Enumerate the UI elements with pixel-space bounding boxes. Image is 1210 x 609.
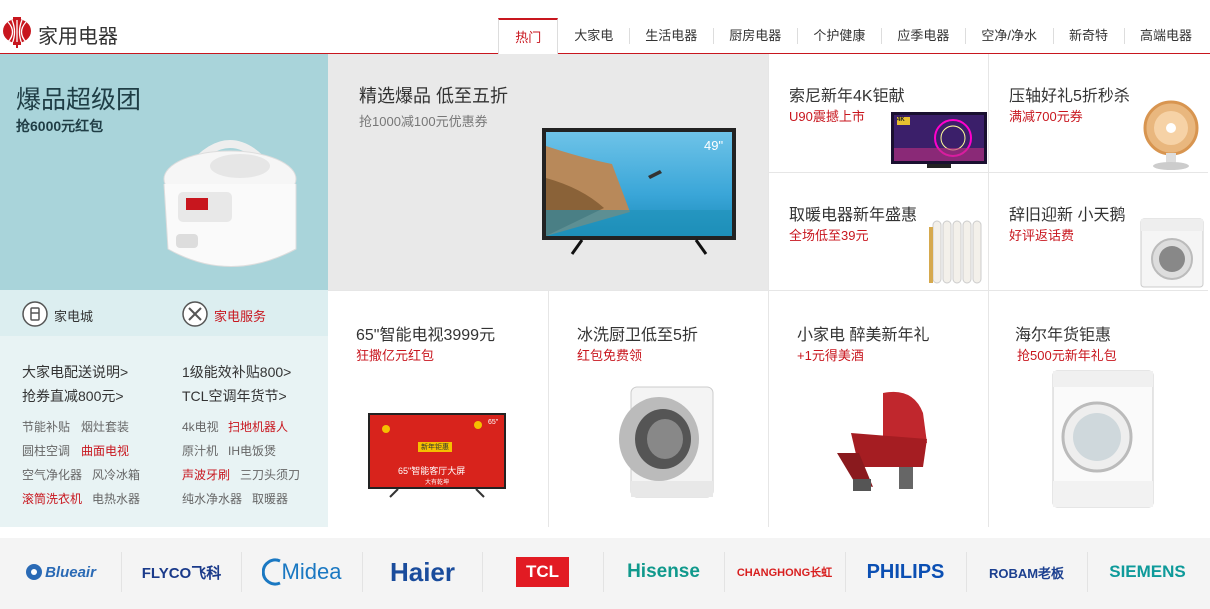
blueair-logo-icon [26, 564, 43, 580]
tab-large-appliances[interactable]: 大家电 [558, 18, 629, 54]
hero-panel[interactable]: 爆品超级团 抢6000元红包 [0, 54, 328, 290]
promo-subtitle: 全场低至39元 [789, 228, 869, 243]
promo-washers-kitchen[interactable]: 冰洗厨卫低至5折 红包免费领 [548, 290, 768, 527]
promo-subtitle: +1元得美酒 [797, 348, 864, 363]
tv-size-label: 49" [704, 138, 724, 153]
promo-sony[interactable]: 索尼新年4K钜献 U90震撼上市 4K [768, 54, 988, 172]
haier-washer-image [1052, 370, 1154, 508]
tv-screen-size: 65" [488, 419, 499, 426]
promo-subtitle: 狂撒亿元红包 [356, 348, 435, 363]
promo-small-appliances[interactable]: 小家电 醉美新年礼 +1元得美酒 [768, 290, 988, 527]
4k-badge: 4K [897, 117, 905, 123]
promo-title: 小家电 醉美新年礼 [797, 327, 930, 344]
promo-smart-tv[interactable]: 65"智能电视3999元 狂撒亿元红包 新年钜惠 65"智能客厅大屏 大有乾坤 … [328, 290, 548, 527]
banner-subtitle: 抢1000减100元优惠券 [359, 114, 488, 129]
promo-title: 取暖电器新年盛惠 [789, 207, 918, 224]
link-tcl-ac[interactable]: TCL空调年货节> [182, 386, 287, 406]
tv-screen-caption: 65"智能客厅大屏 [398, 466, 466, 476]
promo-subtitle: 满减700元券 [1009, 109, 1083, 124]
service-tools-icon [182, 301, 208, 327]
hero-title: 爆品超级团 [16, 86, 142, 114]
category-title: 家用电器 [38, 26, 118, 48]
washer-image [1140, 218, 1204, 288]
brand-midea[interactable]: Midea [241, 548, 362, 596]
tab-life-appliances[interactable]: 生活电器 [629, 18, 713, 54]
tag-hood-stove[interactable]: 烟灶套装 [81, 418, 129, 435]
tab-novelty[interactable]: 新奇特 [1052, 18, 1124, 54]
brand-changhong[interactable]: CHANGHONG长虹 [724, 548, 845, 596]
promo-haier[interactable]: 海尔年货钜惠 抢500元新年礼包 [988, 290, 1208, 527]
promo-subtitle: 红包免费领 [577, 348, 643, 363]
brand-flyco[interactable]: FLYCO飞科 [121, 548, 242, 596]
mall-link[interactable]: 家电城 [54, 306, 93, 325]
tag-water-purifier[interactable]: 纯水净水器 [182, 490, 242, 507]
mall-icon [22, 301, 48, 327]
tag-shaver[interactable]: 三刀头须刀 [240, 466, 300, 483]
tag-cylinder-ac[interactable]: 圆柱空调 [22, 442, 70, 459]
promo-title: 海尔年货钜惠 [1015, 327, 1112, 344]
quick-links-panel: 家电城 家电服务 大家电配送说明> 抢券直减800元> 1级能效补贴800> T… [0, 290, 328, 527]
hero-subtitle: 抢6000元红包 [16, 118, 104, 134]
tab-seasonal[interactable]: 应季电器 [881, 18, 965, 54]
tab-personal-care[interactable]: 个护健康 [797, 18, 881, 54]
main-banner[interactable]: 精选爆品 低至五折 抢1000减100元优惠券 49" [328, 54, 768, 290]
brand-robam[interactable]: ROBAM老板 [966, 548, 1087, 596]
tag-ih-cooker[interactable]: IH电饭煲 [228, 442, 276, 459]
tab-air-water[interactable]: 空净/净水 [965, 18, 1053, 54]
tag-air-purifier[interactable]: 空气净化器 [22, 466, 82, 483]
promo-heater-fan[interactable]: 压轴好礼5折秒杀 满减700元券 [988, 54, 1208, 172]
oil-heater-image [929, 220, 982, 284]
promo-subtitle: U90震撼上市 [789, 109, 865, 124]
promo-title: 65"智能电视3999元 [356, 327, 496, 344]
tab-hot[interactable]: 热门 [498, 18, 559, 55]
promo-heating[interactable]: 取暖电器新年盛惠 全场低至39元 [768, 172, 988, 290]
brand-hisense[interactable]: Hisense [603, 548, 724, 596]
service-bar [0, 290, 328, 336]
rice-cooker-image [163, 140, 297, 267]
link-subsidy[interactable]: 1级能效补贴800> [182, 362, 291, 382]
promo-title: 压轴好礼5折秒杀 [1009, 88, 1130, 105]
tv-screen-tag: 大有乾坤 [425, 480, 450, 486]
tag-heater[interactable]: 取暖器 [252, 490, 288, 507]
washer-image [619, 386, 714, 498]
link-delivery[interactable]: 大家电配送说明> [22, 362, 128, 382]
lantern-logo-icon [3, 17, 31, 48]
massage-chair-image [837, 391, 927, 491]
brand-haier[interactable]: Haier [362, 548, 483, 596]
category-tabs: 热门 大家电 生活电器 厨房电器 个护健康 应季电器 空净/净水 新奇特 高端电… [498, 18, 1208, 55]
midea-logo-icon [261, 558, 281, 586]
brand-tcl[interactable]: TCL [482, 548, 603, 596]
tag-robot-vacuum[interactable]: 扫地机器人 [228, 418, 288, 435]
tag-juicer[interactable]: 原汁机 [182, 442, 218, 459]
sony-tv-image [891, 112, 987, 168]
link-coupon[interactable]: 抢券直减800元> [22, 386, 124, 406]
brand-siemens[interactable]: SIEMENS [1087, 548, 1208, 596]
banner-title: 精选爆品 低至五折 [359, 86, 509, 106]
promo-title: 冰洗厨卫低至5折 [577, 327, 698, 344]
tag-energy-subsidy[interactable]: 节能补贴 [22, 418, 70, 435]
promo-subtitle: 抢500元新年礼包 [1017, 348, 1117, 363]
tag-sonic-toothbrush[interactable]: 声波牙刷 [182, 466, 230, 483]
brand-blueair[interactable]: Blueair [0, 548, 121, 596]
promo-littleswan[interactable]: 辞旧迎新 小天鹅 好评返话费 [988, 172, 1208, 290]
tag-curved-tv[interactable]: 曲面电视 [81, 442, 129, 459]
header: 家用电器 热门 大家电 生活电器 厨房电器 个护健康 应季电器 空净/净水 新奇… [0, 0, 1210, 55]
promo-title: 辞旧迎新 小天鹅 [1009, 207, 1126, 224]
tag-4k-tv[interactable]: 4k电视 [182, 418, 219, 435]
promo-subtitle: 好评返话费 [1009, 228, 1075, 243]
tab-kitchen-appliances[interactable]: 厨房电器 [713, 18, 797, 54]
service-link[interactable]: 家电服务 [214, 306, 266, 325]
tab-premium[interactable]: 高端电器 [1123, 18, 1208, 54]
tag-water-heater[interactable]: 电热水器 [92, 490, 140, 507]
tv-screen-headline: 新年钜惠 [418, 442, 452, 452]
brand-philips[interactable]: PHILIPS [845, 548, 966, 596]
smart-tv-image [368, 413, 506, 498]
fan-heater-image [1143, 100, 1199, 170]
tag-fridge[interactable]: 风冷冰箱 [92, 466, 140, 483]
tag-drum-washer[interactable]: 滚筒洗衣机 [22, 490, 82, 507]
promo-title: 索尼新年4K钜献 [789, 88, 905, 105]
